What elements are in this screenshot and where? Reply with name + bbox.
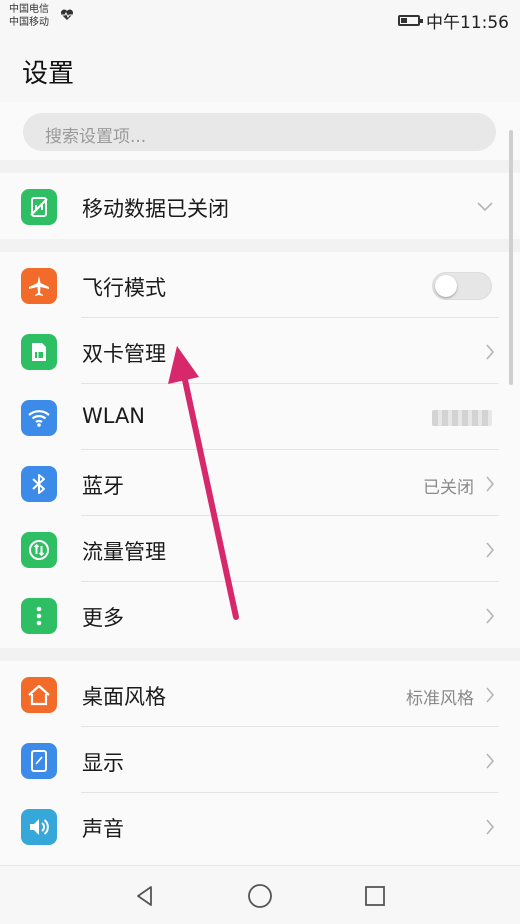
search-section: 搜索设置项... [0, 102, 520, 160]
chevron-right-icon [486, 753, 495, 769]
data-usage-row[interactable]: 流量管理 [0, 516, 520, 582]
display-row[interactable]: 显示 [0, 727, 520, 793]
chevron-right-icon [486, 819, 495, 835]
chevron-right-icon [486, 687, 495, 703]
sound-label: 声音 [82, 817, 124, 841]
dual-sim-label: 双卡管理 [82, 342, 166, 366]
sound-icon [21, 809, 57, 845]
airplane-mode-label: 飞行模式 [82, 276, 166, 300]
airplane-mode-toggle[interactable] [432, 272, 492, 300]
back-icon [137, 886, 152, 906]
chevron-right-icon [486, 608, 495, 624]
wlan-label: WLAN [82, 404, 146, 428]
chevron-right-icon [486, 344, 495, 360]
wlan-row[interactable]: WLAN [0, 384, 520, 450]
carrier-info: 中国电信 中国移动 [9, 3, 49, 29]
display-icon [21, 743, 57, 779]
mobile-data-label: 移动数据已关闭 [82, 197, 229, 221]
toggle-knob [435, 275, 457, 297]
recents-icon [365, 886, 385, 906]
bluetooth-icon [21, 466, 57, 502]
more-label: 更多 [82, 606, 124, 630]
back-button[interactable] [127, 878, 163, 914]
desktop-style-label: 桌面风格 [82, 685, 166, 709]
sim-card-icon [21, 334, 57, 370]
more-row[interactable]: 更多 [0, 582, 520, 648]
data-usage-icon [21, 532, 57, 568]
navigation-bar [0, 865, 520, 924]
scrollbar[interactable] [509, 130, 513, 385]
bluetooth-row[interactable]: 蓝牙 已关闭 [0, 450, 520, 516]
carrier-2: 中国移动 [9, 17, 49, 28]
status-bar: 中国电信 中国移动 中午11:56 [0, 0, 520, 38]
dual-sim-row[interactable]: 双卡管理 [0, 318, 520, 384]
display-section: 桌面风格 标准风格 显示 声音 [0, 661, 520, 865]
home-circle-icon [248, 884, 272, 908]
heart-icon [60, 9, 74, 20]
home-icon [21, 677, 57, 713]
search-placeholder: 搜索设置项... [45, 127, 147, 147]
wifi-icon [21, 400, 57, 436]
carrier-1: 中国电信 [9, 4, 49, 15]
wlan-network-name-redacted [432, 410, 492, 426]
bluetooth-status: 已关闭 [423, 478, 474, 498]
chevron-right-icon [486, 542, 495, 558]
status-time: 中午11:56 [426, 13, 509, 33]
desktop-style-value: 标准风格 [406, 689, 474, 709]
mobile-data-off-icon [21, 189, 57, 225]
more-icon [21, 598, 57, 634]
desktop-style-row[interactable]: 桌面风格 标准风格 [0, 661, 520, 727]
connectivity-section: 飞行模式 双卡管理 WLAN 蓝牙 已关闭 流量管理 更多 [0, 252, 520, 648]
mobile-data-row[interactable]: 移动数据已关闭 [0, 173, 520, 239]
airplane-mode-row[interactable]: 飞行模式 [0, 252, 520, 318]
airplane-icon [21, 268, 57, 304]
sound-row[interactable]: 声音 [0, 793, 520, 859]
data-usage-label: 流量管理 [82, 540, 166, 564]
title-bar: 设置 [0, 38, 520, 102]
bluetooth-label: 蓝牙 [82, 474, 124, 498]
page-title: 设置 [22, 59, 75, 89]
home-button[interactable] [242, 878, 278, 914]
display-label: 显示 [82, 751, 124, 775]
search-input[interactable]: 搜索设置项... [23, 113, 496, 151]
battery-icon [398, 15, 423, 26]
chevron-down-icon[interactable] [476, 201, 494, 213]
mobile-data-section: 移动数据已关闭 [0, 173, 520, 239]
chevron-right-icon [486, 476, 495, 492]
recents-button[interactable] [357, 878, 393, 914]
